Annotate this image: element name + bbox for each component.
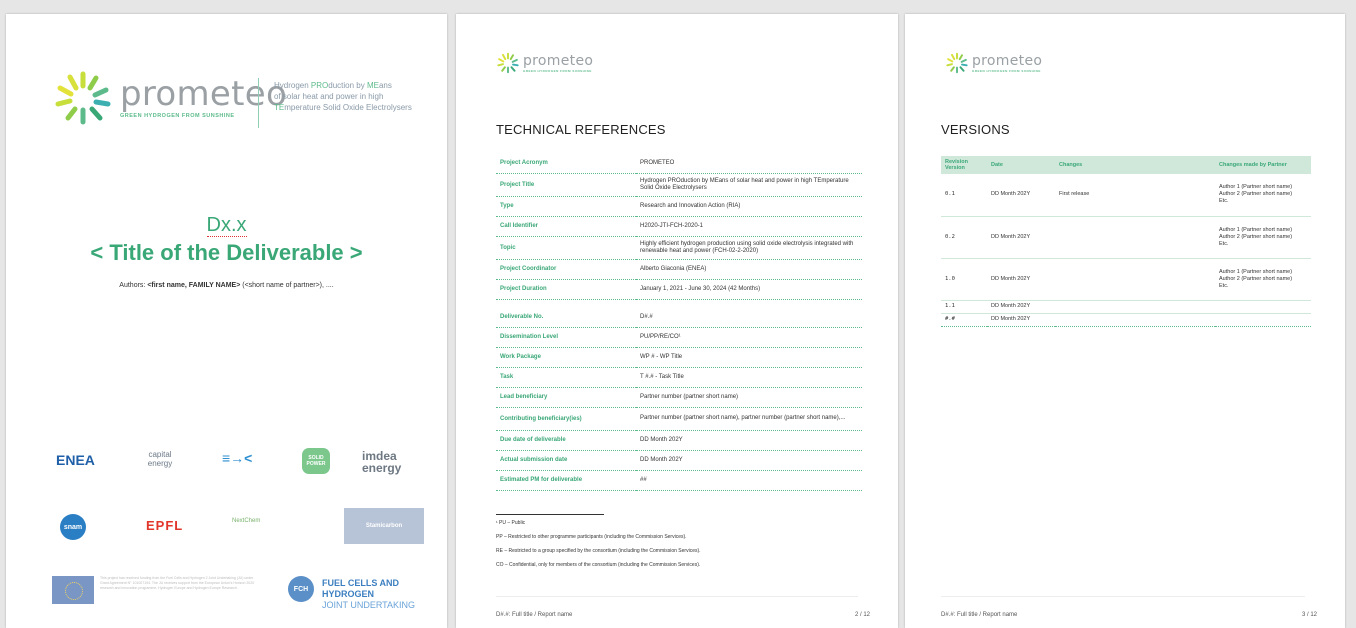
partner-logo-nextchem: NextChem — [232, 518, 261, 524]
table-row: Task T #.# - Task Title — [496, 367, 862, 388]
footnote-separator — [496, 514, 604, 515]
table-row: Lead beneficiary Partner number (partner … — [496, 387, 862, 408]
fch-ju-logo-icon: FCH — [288, 576, 314, 602]
footnotes: ¹ PU – Public PP – Restricted to other p… — [496, 520, 866, 576]
logo-tagline: GREEN HYDROGEN FROM SUNSHINE — [972, 68, 1041, 73]
table-row: Project Duration January 1, 2021 - June 3… — [496, 279, 862, 300]
footer-rule — [941, 596, 1305, 597]
logo-wordmark: prometeo — [523, 52, 594, 69]
table-row: 1.0 DD Month 202Y Author 1 (Partner shor… — [941, 258, 1311, 301]
sunburst-logo-icon — [497, 52, 519, 74]
table-spacer — [496, 299, 862, 308]
technical-references-table: Project Acronym PROMETEO Project Title Hyd… — [496, 154, 862, 491]
eu-flag-icon — [52, 576, 94, 604]
logo-wordmark: prometeo — [120, 74, 288, 114]
footer-rule — [496, 596, 858, 597]
cover-page: prometeo GREEN HYDROGEN FROM SUNSHINE Hy… — [6, 14, 447, 628]
authors-line: Authors: <first name, FAMILY NAME> (<sho… — [119, 282, 334, 289]
table-row: Dissemination Level PU/PP/RE/CO¹ — [496, 327, 862, 348]
column-header: Date — [987, 156, 1055, 174]
column-header: Changes made by Partner — [1215, 156, 1311, 174]
partner-logo-solid-power: SOLID POWER — [302, 448, 330, 474]
table-header-row: Revision Version Date Changes Changes ma… — [941, 156, 1311, 174]
table-row: Deliverable No. D#.# — [496, 308, 862, 328]
fch-ju-name: FUEL CELLS AND HYDROGEN JOINT UNDERTAKIN… — [322, 578, 416, 610]
footer-doc-title: D#.#: Full title / Report name — [496, 612, 573, 618]
table-row: Actual submission date DD Month 202Y — [496, 450, 862, 471]
page-number: 3 / 12 — [1301, 612, 1317, 618]
logo-wordmark: prometeo — [972, 52, 1043, 69]
table-row: Call Identifier H2020-JTI-FCH-2020-1 — [496, 216, 862, 237]
project-full-name: Hydrogen PROduction by MEans of solar he… — [274, 81, 412, 112]
versions-page: prometeo GREEN HYDROGEN FROM SUNSHINE VE… — [905, 14, 1345, 628]
funding-acknowledgement: This project has received funding from t… — [52, 574, 432, 614]
footnote: ¹ PU – Public — [496, 520, 526, 526]
footer-doc-title: D#.#: Full title / Report name — [941, 612, 1018, 618]
section-title: VERSIONS — [941, 122, 1010, 137]
table-row: Project Acronym PROMETEO — [496, 154, 862, 174]
page-number: 2 / 12 — [854, 612, 870, 618]
prometeo-logo: prometeo GREEN HYDROGEN FROM SUNSHINE — [52, 70, 287, 126]
sunburst-logo-icon — [55, 71, 111, 125]
footnote: CO – Confidential, only for members of t… — [496, 562, 701, 568]
partner-logo-snam: snam — [60, 514, 86, 540]
table-row: 0.2 DD Month 202Y Author 1 (Partner shor… — [941, 216, 1311, 259]
section-title: TECHNICAL REFERENCES — [496, 122, 666, 137]
versions-table: Revision Version Date Changes Changes ma… — [941, 156, 1311, 327]
table-row: Due date of deliverable DD Month 202Y — [496, 430, 862, 451]
deliverable-title: < Title of the Deliverable > — [90, 240, 363, 265]
table-row: 1.1 DD Month 202Y — [941, 300, 1311, 314]
table-row: Topic Highly efficient hydrogen productio… — [496, 236, 862, 260]
partner-logo-epfl: EPFL — [146, 518, 184, 533]
table-row: Work Package WP # - WP Title — [496, 347, 862, 368]
partner-logo-sintef: ≡→< — [222, 450, 253, 466]
technical-references-page: prometeo GREEN HYDROGEN FROM SUNSHINE TE… — [456, 14, 898, 628]
prometeo-logo: prometeo GREEN HYDROGEN FROM SUNSHINE — [945, 52, 1042, 74]
logo-separator — [258, 78, 259, 128]
partner-logo-stamicarbon: Stamicarbon — [344, 508, 424, 544]
logo-tagline: GREEN HYDROGEN FROM SUNSHINE — [523, 68, 592, 73]
sunburst-logo-icon — [946, 52, 968, 74]
table-row: Project Title Hydrogen PROduction by MEan… — [496, 173, 862, 197]
table-row: Project Coordinator Alberto Giaconia (ENE… — [496, 259, 862, 280]
partner-logo-imdea: imdea energy — [362, 449, 402, 475]
prometeo-logo: prometeo GREEN HYDROGEN FROM SUNSHINE — [496, 52, 593, 74]
funding-text: This project has received funding from t… — [100, 576, 255, 590]
table-row: Contributing beneficiary(ies) Partner num… — [496, 407, 862, 431]
table-row: 0.1 DD Month 202Y First release Author 1… — [941, 174, 1311, 217]
table-row: Estimated PM for deliverable ## — [496, 470, 862, 491]
partner-logo-capital-energy: capital energy — [147, 450, 173, 468]
partner-logo-enea: ENEA — [56, 452, 95, 468]
footnote: RE – Restricted to a group specified by … — [496, 548, 701, 554]
column-header: Revision Version — [941, 156, 987, 174]
table-row: #.# DD Month 202Y — [941, 313, 1311, 327]
deliverable-id: Dx.x — [206, 214, 247, 237]
table-row: Type Research and Innovation Action (RIA) — [496, 196, 862, 217]
footnote: PP – Restricted to other programme parti… — [496, 534, 687, 540]
column-header: Changes — [1055, 156, 1215, 174]
